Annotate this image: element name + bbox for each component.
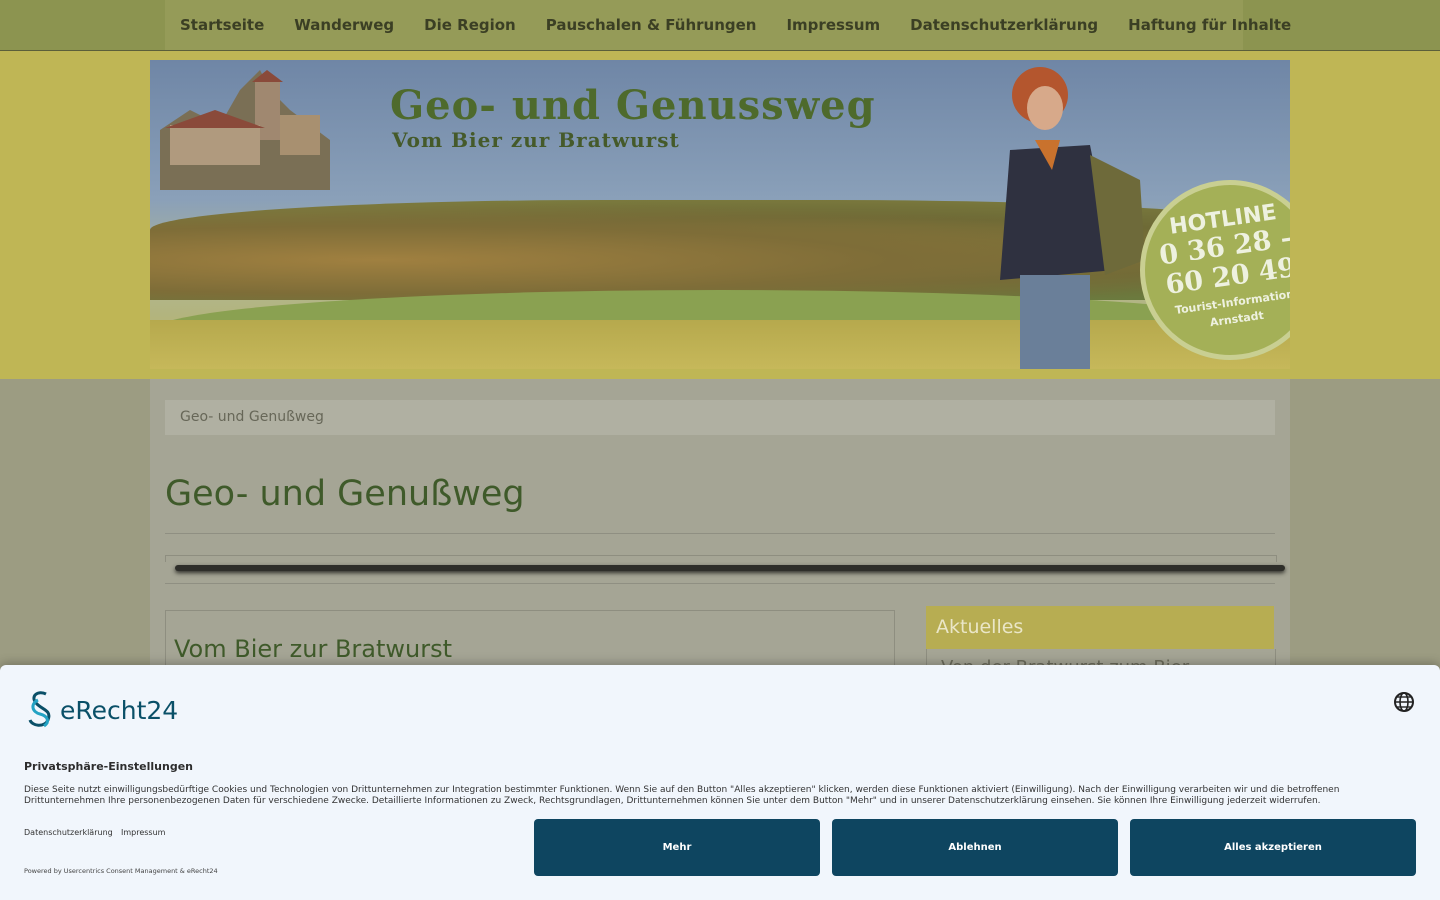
consent-description: Diese Seite nutzt einwilligungsbedürftig… [24, 785, 1340, 806]
nav-item-region[interactable]: Die Region [409, 0, 531, 50]
nav-item-haftung[interactable]: Haftung für Inhalte [1113, 0, 1306, 50]
consent-title: Privatsphäre-Einstellungen [24, 760, 193, 773]
page-title: Geo- und Genußweg [165, 474, 525, 514]
breadcrumb: Geo- und Genußweg [165, 400, 1275, 435]
top-navbar: Startseite Wanderweg Die Region Pauschal… [0, 0, 1440, 51]
panel-frame [165, 555, 1277, 562]
divider [165, 533, 1275, 534]
privacy-link[interactable]: Datenschutzerklärung [24, 828, 113, 837]
hiker-illustration [1000, 67, 1145, 369]
section-sign-icon [28, 691, 51, 728]
nav-item-datenschutz[interactable]: Datenschutzerklärung [895, 0, 1113, 50]
sidebar-heading: Aktuelles [926, 606, 1274, 649]
imprint-link[interactable]: Impressum [121, 828, 165, 837]
castle-illustration [160, 70, 330, 190]
divider [165, 583, 1275, 584]
header-banner: Geo- und Genussweg Vom Bier zur Bratwurs… [150, 60, 1290, 369]
more-button[interactable]: Mehr [534, 819, 820, 876]
shadow-divider [175, 565, 1285, 571]
erecht24-logo: eRecht24 [24, 690, 178, 730]
nav-item-startseite[interactable]: Startseite [165, 0, 279, 50]
breadcrumb-item[interactable]: Geo- und Genußweg [180, 409, 324, 425]
consent-banner: eRecht24 Privatsphäre-Einstellungen Dies… [0, 665, 1440, 900]
decline-button[interactable]: Ablehnen [832, 819, 1118, 876]
nav-item-pauschalen[interactable]: Pauschalen & Führungen [531, 0, 772, 50]
brand-name: eRecht24 [60, 695, 179, 725]
nav-item-impressum[interactable]: Impressum [771, 0, 895, 50]
accept-all-button[interactable]: Alles akzeptieren [1130, 819, 1416, 876]
powered-by: Powered by Usercentrics Consent Manageme… [24, 867, 218, 875]
article-heading: Vom Bier zur Bratwurst [174, 635, 453, 663]
nav-menu: Startseite Wanderweg Die Region Pauschal… [165, 0, 1291, 50]
sidebar-heading-label: Aktuelles [936, 616, 1024, 638]
banner-title: Geo- und Genussweg [390, 82, 876, 129]
language-globe-icon[interactable] [1393, 691, 1415, 713]
article-box: Vom Bier zur Bratwurst [165, 610, 895, 672]
nav-item-wanderweg[interactable]: Wanderweg [279, 0, 409, 50]
banner-subtitle: Vom Bier zur Bratwurst [392, 128, 680, 152]
